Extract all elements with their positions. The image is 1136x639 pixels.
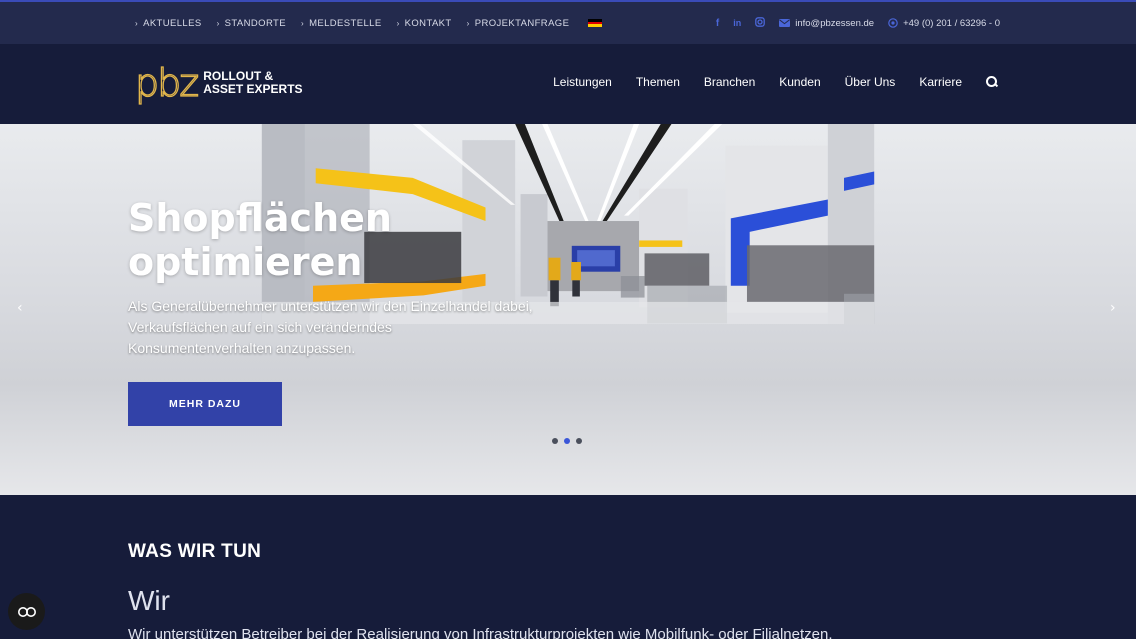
linkedin-icon[interactable]: in xyxy=(733,18,741,28)
slider-next-arrow-icon[interactable]: › xyxy=(1110,300,1116,316)
chevron-right-icon: › xyxy=(300,18,305,28)
instagram-icon[interactable] xyxy=(755,16,766,30)
slider-prev-arrow-icon[interactable]: ‹ xyxy=(17,300,23,316)
cookie-consent-button[interactable] xyxy=(8,593,45,630)
slider-dot-3[interactable] xyxy=(576,438,582,444)
top-nav-projektanfrage[interactable]: › PROJEKTANFRAGE xyxy=(467,18,570,29)
pbz-logo[interactable]: pbz ROLLOUT & ASSET EXPERTS xyxy=(134,61,303,105)
logo-mark: pbz xyxy=(134,61,200,105)
phone-link[interactable]: +49 (0) 201 / 63296 - 0 xyxy=(888,18,1000,29)
nav-leistungen[interactable]: Leistungen xyxy=(553,75,612,89)
nav-themen[interactable]: Themen xyxy=(636,75,680,89)
chevron-right-icon: › xyxy=(396,18,400,28)
hero-title: Shopflächen optimieren xyxy=(128,196,392,284)
top-nav-standorte[interactable]: › STANDORTE xyxy=(217,18,286,29)
hero-slider: Shopflächen optimieren Als Generalüberne… xyxy=(0,124,1136,495)
nav-kunden[interactable]: Kunden xyxy=(779,75,820,89)
nav-karriere[interactable]: Karriere xyxy=(919,75,962,89)
chevron-right-icon: › xyxy=(466,18,470,28)
cookie-consent-icon xyxy=(17,606,36,617)
logo-tagline: ROLLOUT & ASSET EXPERTS xyxy=(203,69,303,96)
section-subtitle: Wir xyxy=(128,585,170,616)
nav-branchen[interactable]: Branchen xyxy=(704,75,755,89)
chevron-right-icon: › xyxy=(135,18,139,28)
nav-ueber-uns[interactable]: Über Uns xyxy=(845,75,896,89)
slider-dot-2[interactable] xyxy=(564,438,570,444)
main-nav: Leistungen Themen Branchen Kunden Über U… xyxy=(553,44,998,120)
hero-text: Als Generalübernehmer unterstützen wir d… xyxy=(128,298,533,356)
envelope-icon xyxy=(779,19,791,27)
top-nav-aktuelles[interactable]: › AKTUELLES xyxy=(135,18,202,29)
chevron-right-icon: › xyxy=(216,18,220,28)
email-link[interactable]: info@pbzessen.de xyxy=(779,18,874,29)
top-nav-kontakt[interactable]: › KONTAKT xyxy=(397,18,452,29)
whatsapp-icon xyxy=(888,18,898,28)
slider-dot-1[interactable] xyxy=(552,438,558,444)
mehr-dazu-button[interactable]: MEHR DAZU xyxy=(128,382,282,426)
top-bar: › AKTUELLES › STANDORTE › MELDESTELLE › KONT… xyxy=(0,0,1136,44)
section-title: WAS WIR TUN xyxy=(128,541,262,562)
was-wir-tun-section: WAS WIR TUN Wir Wir unterstützen Betreib… xyxy=(0,495,1136,639)
top-nav-meldestelle[interactable]: › MELDESTELLE xyxy=(301,18,382,29)
facebook-icon[interactable]: f xyxy=(716,18,719,29)
top-nav: › AKTUELLES › STANDORTE › MELDESTELLE › KONT… xyxy=(135,2,603,44)
top-contact: f in info@pbzessen.de +49 (0) 201 / 6329… xyxy=(716,2,1000,44)
search-icon[interactable] xyxy=(986,76,998,88)
german-flag-icon[interactable] xyxy=(588,19,603,28)
section-text: Wir unterstützen Betreiber bei der Reali… xyxy=(128,626,833,639)
slider-dots xyxy=(552,438,582,444)
site-header: pbz ROLLOUT & ASSET EXPERTS Leistungen T… xyxy=(0,44,1136,124)
